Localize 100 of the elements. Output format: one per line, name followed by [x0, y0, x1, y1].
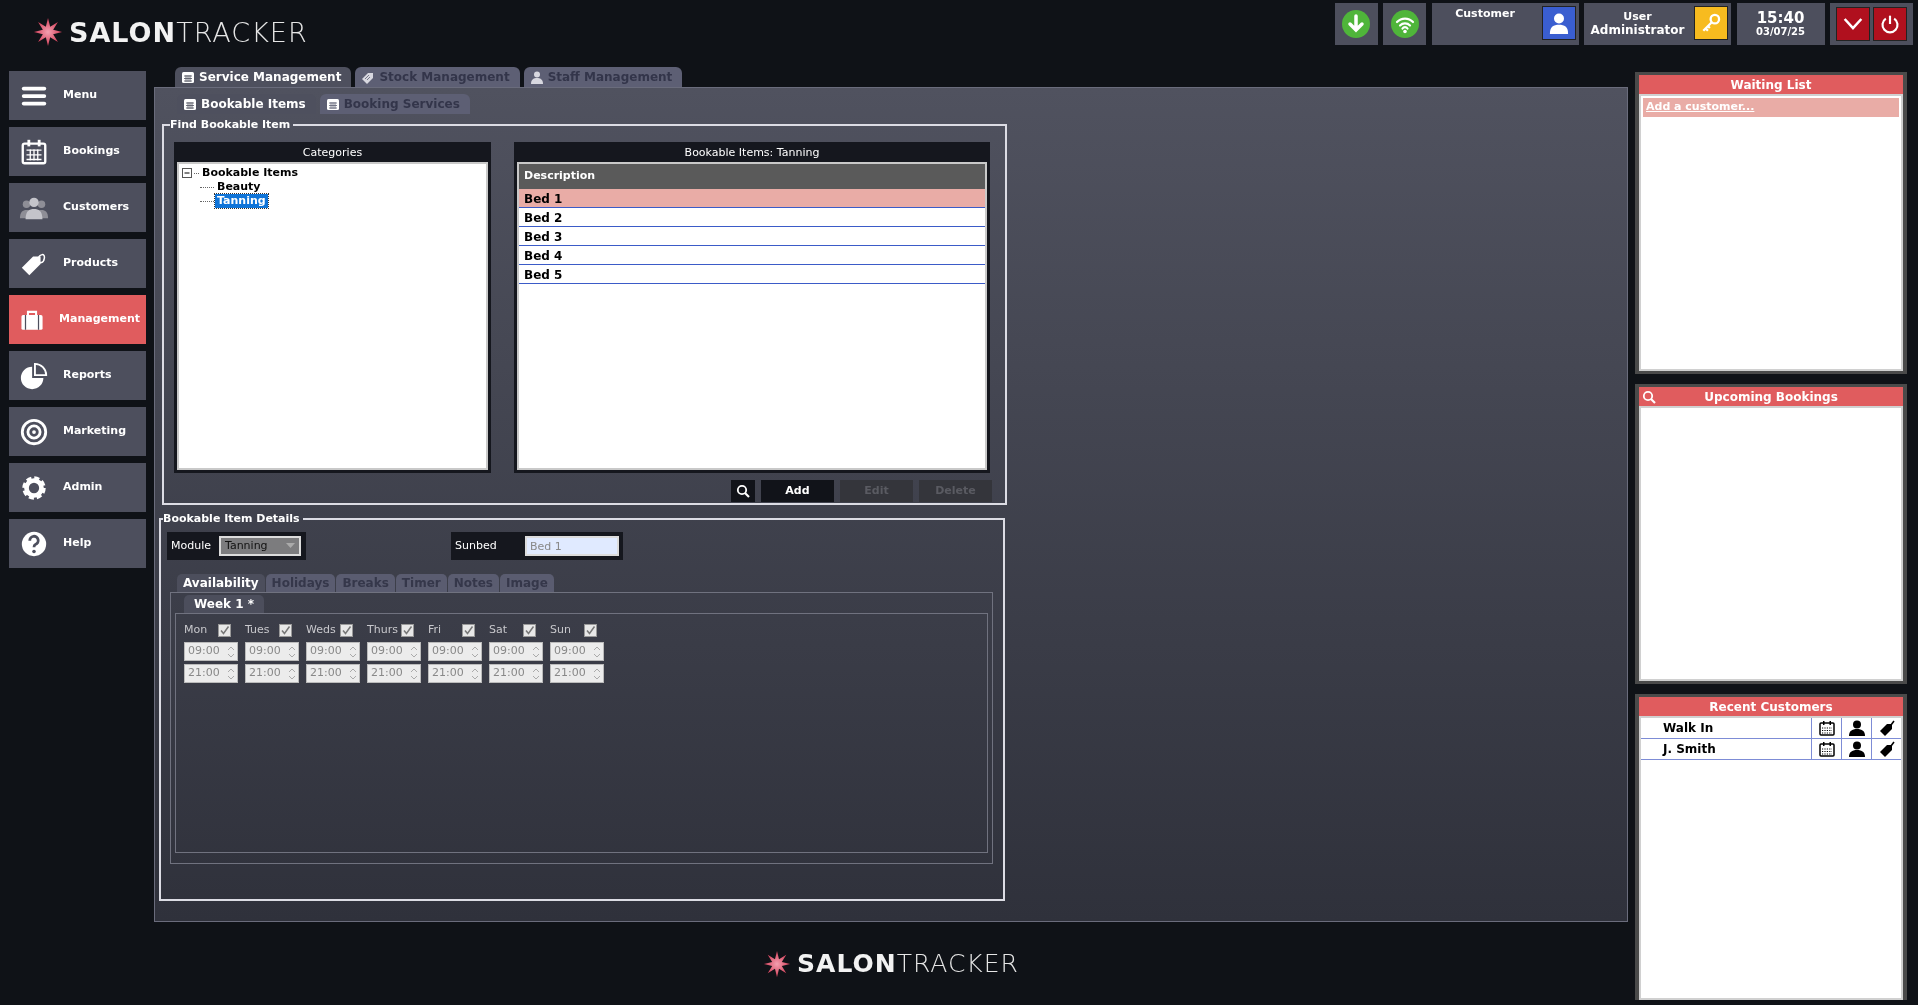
sidebar-item[interactable]: Help [9, 519, 146, 568]
column-header[interactable]: Description [519, 164, 985, 189]
caret-icon [286, 543, 295, 549]
sidebar-item[interactable]: Customers [9, 183, 146, 232]
spin-arrows-icon [350, 645, 356, 658]
spin-arrows-icon [228, 645, 234, 658]
tab[interactable]: Week 1 * [184, 595, 265, 613]
sunbed-field[interactable]: Bed 1 [525, 536, 619, 556]
time-spinner[interactable]: 21:00 [245, 664, 299, 683]
panel-title: Recent Customers [1709, 698, 1833, 716]
download-button[interactable] [1334, 3, 1378, 45]
tag-icon[interactable] [1878, 720, 1895, 736]
power-button[interactable] [1872, 7, 1907, 41]
sidebar-item[interactable]: Reports [9, 351, 146, 400]
wifi-button[interactable] [1383, 3, 1426, 45]
day-label: Mon [184, 622, 209, 639]
spin-arrows-icon [411, 667, 417, 680]
sidebar-item[interactable]: Marketing [9, 407, 146, 456]
sidebar-item[interactable]: Bookings [9, 127, 146, 176]
person-icon [1548, 11, 1569, 35]
spin-arrows-icon [228, 667, 234, 680]
logo-text: SALONTRACKER [797, 951, 1019, 976]
time-spinner[interactable]: 09:00 [550, 642, 604, 661]
check-icon [280, 625, 291, 636]
customer-button[interactable] [1541, 6, 1576, 40]
sidebar-item[interactable]: Menu [9, 71, 146, 120]
time-spinner[interactable]: 09:00 [489, 642, 543, 661]
person-icon[interactable] [1848, 741, 1865, 757]
spin-arrows-icon [350, 667, 356, 680]
day-label: Fri [428, 622, 443, 639]
list-row[interactable]: Bed 3 [519, 226, 985, 246]
expander-toggle[interactable] [182, 167, 193, 179]
field-label: Sunbed [455, 537, 497, 554]
spin-arrows-icon [411, 645, 417, 658]
logo-text: SALONTRACKER [69, 18, 308, 46]
day-checkbox[interactable] [401, 624, 414, 637]
check-icon [341, 625, 352, 636]
time-spinner[interactable]: 09:00 [428, 642, 482, 661]
list-row[interactable]: Bed 2 [519, 207, 985, 227]
day-label: Sat [489, 622, 509, 639]
tree-view[interactable]: Bookable Items Beauty Tanning [177, 162, 488, 470]
user-label: User [1622, 10, 1653, 24]
customer-name[interactable]: J. Smith [1641, 740, 1811, 758]
day-checkbox[interactable] [279, 624, 292, 637]
customer-label: Customer [1454, 6, 1516, 22]
day-checkbox[interactable] [462, 624, 475, 637]
time-spinner[interactable]: 09:00 [184, 642, 238, 661]
sidebar-item[interactable]: Products [9, 239, 146, 288]
day-label: Tues [245, 622, 271, 639]
action-button[interactable]: Add [761, 480, 834, 502]
check-icon [524, 625, 535, 636]
day-checkbox[interactable] [584, 624, 597, 637]
time-spinner[interactable]: 09:00 [245, 642, 299, 661]
customer-name[interactable]: Walk In [1641, 719, 1811, 737]
star-logo-icon [33, 17, 63, 47]
day-checkbox[interactable] [218, 624, 231, 637]
search-icon[interactable] [1642, 390, 1656, 404]
day-label: Thurs [367, 622, 397, 639]
time-spinner[interactable]: 21:00 [550, 664, 604, 683]
list-row[interactable]: Bed 5 [519, 264, 985, 284]
time-spinner[interactable]: 21:00 [489, 664, 543, 683]
tree-node[interactable]: Tanning [215, 194, 268, 208]
panel-title: Upcoming Bookings [1704, 388, 1838, 406]
day-checkbox[interactable] [340, 624, 353, 637]
list-title: Bookable Items: Tanning [683, 145, 821, 161]
group-title: Bookable Item Details [163, 513, 301, 524]
check-icon [402, 625, 413, 636]
tab[interactable]: Service Management [175, 67, 352, 87]
sidebar-item[interactable]: Admin [9, 463, 146, 512]
add-customer-link[interactable]: Add a customer... [1643, 98, 1899, 117]
search-button[interactable] [731, 480, 755, 502]
wifi-icon [1389, 9, 1420, 39]
tree-node[interactable]: Bookable Items [200, 166, 300, 180]
time-spinner[interactable]: 09:00 [306, 642, 360, 661]
person-icon[interactable] [1848, 720, 1865, 736]
person-icon [529, 70, 544, 84]
tab[interactable]: Availability [177, 574, 265, 592]
sidebar-item[interactable]: Management [9, 295, 146, 344]
time-spinner[interactable]: 21:00 [306, 664, 360, 683]
pie-chart-icon [19, 360, 49, 391]
search-icon [736, 483, 750, 498]
time-spinner[interactable]: 21:00 [367, 664, 421, 683]
time-spinner[interactable]: 21:00 [184, 664, 238, 683]
dropdown-button[interactable] [1836, 7, 1871, 41]
tag-icon [361, 70, 376, 84]
clock-date: 03/07/25 [1754, 25, 1807, 38]
key-button[interactable] [1694, 6, 1728, 40]
tag-icon[interactable] [1878, 741, 1895, 757]
module-dropdown[interactable]: Tanning [219, 536, 301, 556]
spin-arrows-icon [594, 645, 600, 658]
day-checkbox[interactable] [523, 624, 536, 637]
time-spinner[interactable]: 09:00 [367, 642, 421, 661]
tree-node[interactable]: Beauty [215, 180, 263, 194]
check-icon [219, 625, 230, 636]
spin-arrows-icon [533, 667, 539, 680]
download-icon [1341, 9, 1371, 39]
spin-arrows-icon [289, 667, 295, 680]
group-title: Find Bookable Item [170, 119, 292, 130]
time-spinner[interactable]: 21:00 [428, 664, 482, 683]
list-row[interactable]: Bed 4 [519, 245, 985, 265]
